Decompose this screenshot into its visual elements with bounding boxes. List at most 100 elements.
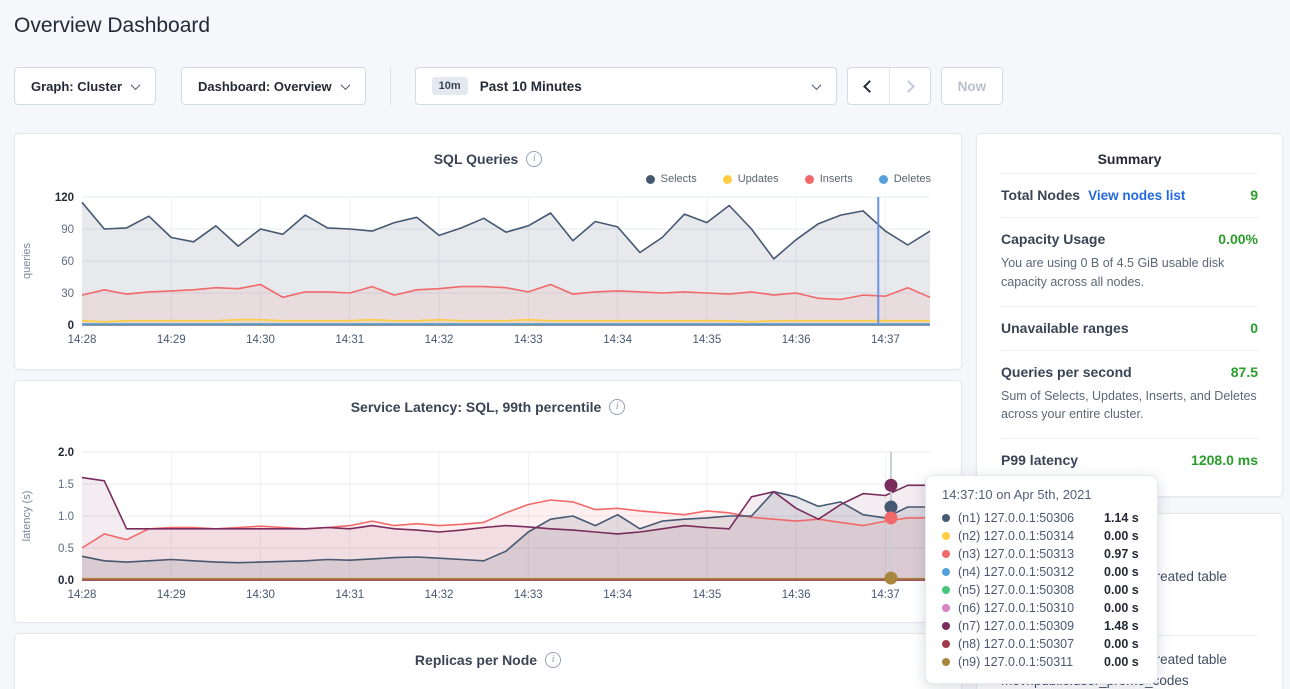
svg-text:60: 60 [61,256,74,268]
info-icon[interactable] [545,652,561,668]
page-title: Overview Dashboard [14,14,210,38]
chevron-down-icon [340,80,350,90]
node-color-dot-icon [942,586,950,594]
time-range-dropdown[interactable]: 10m Past 10 Minutes [415,67,837,105]
chevron-left-icon [863,80,876,93]
legend-item-inserts[interactable]: Inserts [805,173,853,185]
tooltip-node-label: (n1) 127.0.0.1:50306 [958,511,1104,525]
node-color-dot-icon [942,532,950,540]
tooltip-node-value: 0.00 s [1104,601,1139,615]
tooltip-row: (n3) 127.0.0.1:503130.97 s [942,545,1141,563]
tooltip-node-value: 0.00 s [1104,655,1139,669]
p99-latency-label: P99 latency [1001,452,1078,468]
legend-item-deletes[interactable]: Deletes [879,173,931,185]
tooltip-row: (n1) 127.0.0.1:503061.14 s [942,509,1141,527]
legend-dot-icon [879,175,888,184]
dashboard-select-dropdown[interactable]: Dashboard: Overview [181,67,366,105]
svg-text:14:33: 14:33 [514,589,543,601]
node-color-dot-icon [942,604,950,612]
time-step-back-button[interactable] [848,68,889,104]
total-nodes-label: Total Nodes [1001,187,1080,203]
time-step-forward-button[interactable] [889,68,930,104]
svg-text:14:34: 14:34 [603,334,632,346]
svg-text:14:36: 14:36 [782,334,811,346]
svg-text:14:33: 14:33 [514,334,543,346]
service-latency-chart[interactable]: 14:2814:2914:3014:3114:3214:3314:3414:35… [18,444,958,606]
svg-text:14:31: 14:31 [335,334,364,346]
svg-text:1.5: 1.5 [58,479,74,491]
svg-text:0.0: 0.0 [58,575,74,587]
svg-text:1.0: 1.0 [58,511,74,523]
sql-queries-title: SQL Queries [434,151,519,167]
node-color-dot-icon [942,514,950,522]
tooltip-node-label: (n8) 127.0.0.1:50307 [958,637,1104,651]
chevron-right-icon [902,80,915,93]
legend-label: Updates [738,173,779,185]
qps-value: 87.5 [1231,364,1258,380]
svg-text:14:35: 14:35 [692,589,721,601]
qps-desc: Sum of Selects, Updates, Inserts, and De… [1001,387,1258,425]
tooltip-node-label: (n7) 127.0.0.1:50309 [958,619,1104,633]
now-button[interactable]: Now [941,67,1004,105]
sql-queries-chart[interactable]: 14:2814:2914:3014:3114:3214:3314:3414:35… [18,189,958,351]
legend-label: Inserts [820,173,853,185]
dashboard-select-label: Dashboard: Overview [198,79,332,94]
svg-text:14:35: 14:35 [692,334,721,346]
svg-text:30: 30 [61,288,74,300]
overview-dashboard-page: Overview Dashboard Graph: Cluster Dashbo… [0,0,1290,689]
svg-text:0.5: 0.5 [58,543,74,555]
chevron-down-icon [811,80,821,90]
chart-hover-tooltip: 14:37:10 on Apr 5th, 2021 (n1) 127.0.0.1… [925,475,1158,684]
graph-scope-label: Graph: Cluster [31,79,122,94]
legend-item-selects[interactable]: Selects [646,173,697,185]
svg-text:latency (s): latency (s) [21,491,33,542]
tooltip-row: (n5) 127.0.0.1:503080.00 s [942,581,1141,599]
legend-item-updates[interactable]: Updates [723,173,779,185]
view-nodes-list-link[interactable]: View nodes list [1088,188,1185,203]
info-icon[interactable] [609,399,625,415]
svg-text:0: 0 [68,320,74,332]
tooltip-row: (n8) 127.0.0.1:503070.00 s [942,635,1141,653]
legend-label: Selects [661,173,697,185]
legend-dot-icon [646,175,655,184]
svg-text:14:28: 14:28 [68,589,97,601]
svg-text:14:37: 14:37 [871,589,900,601]
tooltip-node-label: (n2) 127.0.0.1:50314 [958,529,1104,543]
summary-row-qps: Queries per second 87.5 Sum of Selects, … [1001,350,1258,439]
svg-text:90: 90 [61,224,74,236]
node-color-dot-icon [942,640,950,648]
capacity-usage-label: Capacity Usage [1001,231,1105,247]
p99-latency-value: 1208.0 ms [1191,452,1258,468]
tooltip-node-value: 1.14 s [1104,511,1139,525]
tooltip-row: (n4) 127.0.0.1:503120.00 s [942,563,1141,581]
summary-row-capacity: Capacity Usage 0.00% You are using 0 B o… [1001,217,1258,306]
node-color-dot-icon [942,622,950,630]
svg-text:14:29: 14:29 [157,589,186,601]
capacity-usage-desc: You are using 0 B of 4.5 GiB usable disk… [1001,254,1258,292]
time-range-badge: 10m [432,77,468,95]
tooltip-node-label: (n9) 127.0.0.1:50311 [958,655,1104,669]
tooltip-row: (n6) 127.0.0.1:503100.00 s [942,599,1141,617]
service-latency-panel: Service Latency: SQL, 99th percentile 14… [14,380,962,623]
legend-label: Deletes [894,173,931,185]
summary-panel: Summary Total Nodes View nodes list 9 Ca… [976,133,1283,497]
service-latency-title: Service Latency: SQL, 99th percentile [351,399,602,415]
svg-text:14:30: 14:30 [246,589,275,601]
svg-text:14:31: 14:31 [335,589,364,601]
replicas-per-node-title: Replicas per Node [415,652,537,668]
tooltip-node-label: (n6) 127.0.0.1:50310 [958,601,1104,615]
chevron-down-icon [131,80,141,90]
dashboard-controls: Graph: Cluster Dashboard: Overview 10m P… [14,67,1003,105]
time-step-buttons [847,67,931,105]
legend-dot-icon [805,175,814,184]
info-icon[interactable] [526,151,542,167]
node-color-dot-icon [942,658,950,666]
graph-scope-dropdown[interactable]: Graph: Cluster [14,67,156,105]
tooltip-row: (n2) 127.0.0.1:503140.00 s [942,527,1141,545]
replicas-per-node-panel: Replicas per Node [14,633,962,689]
svg-text:14:34: 14:34 [603,589,632,601]
sql-queries-legend: Selects Updates Inserts Deletes [15,171,961,189]
summary-row-unavailable-ranges: Unavailable ranges 0 [1001,306,1258,350]
total-nodes-value: 9 [1250,187,1258,203]
svg-text:14:28: 14:28 [68,334,97,346]
